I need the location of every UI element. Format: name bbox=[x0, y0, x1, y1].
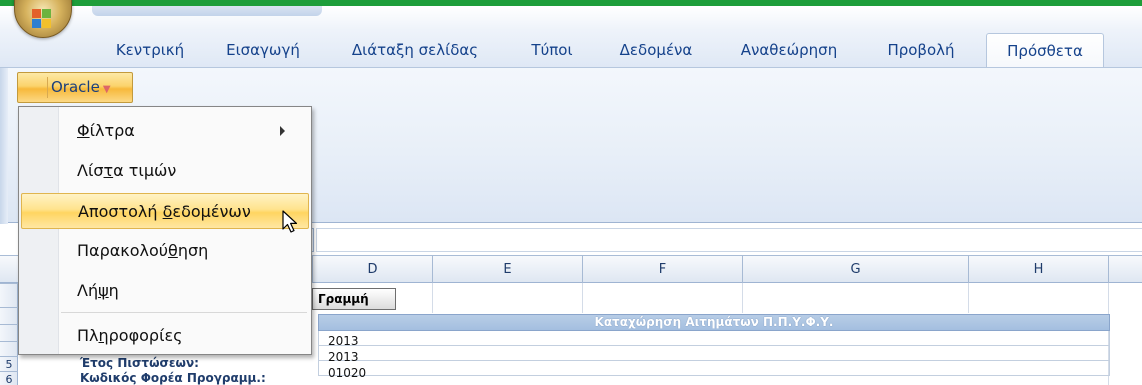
row-button[interactable]: Γραμμή bbox=[312, 288, 396, 310]
column-header-i[interactable] bbox=[1108, 256, 1142, 283]
cell-label: Έτος Πιστώσεων: bbox=[80, 356, 199, 370]
menu-item-filters[interactable]: Φίλτρα bbox=[21, 113, 309, 149]
column-header-g[interactable]: G bbox=[742, 256, 968, 283]
ribbon-group-edge bbox=[0, 68, 8, 224]
row-header-6[interactable]: 6 bbox=[0, 371, 18, 385]
ribbon-tab-bar: Κεντρική Εισαγωγή Διάταξη σελίδας Τύποι … bbox=[0, 0, 1142, 73]
oracle-button-icon bbox=[22, 77, 48, 98]
submenu-arrow-icon bbox=[280, 126, 285, 136]
value-cell[interactable] bbox=[318, 331, 1110, 346]
column-header-h[interactable]: H bbox=[968, 256, 1108, 283]
cell-value: 2013 bbox=[328, 334, 359, 348]
value-cell[interactable] bbox=[318, 346, 1110, 361]
menu-separator bbox=[61, 312, 307, 313]
mouse-pointer-icon bbox=[282, 210, 298, 233]
menu-item-send-data[interactable]: Αποστολή δεδομένων bbox=[21, 193, 309, 229]
sheet-title: Καταχώρηση Αιτημάτων Π.Π.Υ.Φ.Υ. bbox=[318, 314, 1110, 331]
row-header[interactable] bbox=[0, 341, 18, 356]
oracle-button-label: Oracle bbox=[51, 78, 100, 96]
oracle-dropdown-menu: Φίλτρα Λίστα τιμών Αποστολή δεδομένων Πα… bbox=[18, 106, 312, 355]
menu-item-information[interactable]: Πληροφορίες bbox=[21, 318, 309, 354]
cell-value: 01020 bbox=[328, 366, 367, 380]
grid-line bbox=[742, 283, 743, 313]
menu-item-download[interactable]: Λήψη bbox=[21, 273, 309, 309]
row-header[interactable] bbox=[0, 307, 18, 324]
row-header-column: 5 6 bbox=[0, 283, 18, 385]
grid-line bbox=[432, 283, 433, 313]
office-button[interactable] bbox=[14, 0, 72, 38]
quick-access-toolbar[interactable] bbox=[92, 6, 322, 16]
formula-input[interactable] bbox=[316, 228, 1142, 252]
column-header-d[interactable]: D bbox=[312, 256, 432, 283]
menu-item-value-list[interactable]: Λίστα τιμών bbox=[21, 153, 309, 189]
office-logo-icon bbox=[32, 9, 41, 18]
grid-line bbox=[968, 283, 969, 313]
column-header-e[interactable]: E bbox=[432, 256, 582, 283]
value-cell[interactable] bbox=[318, 361, 1110, 376]
row-header[interactable] bbox=[0, 283, 18, 307]
cell-value: 2013 bbox=[328, 350, 359, 364]
cell-label: Κωδικός Φορέα Προγραμμ.: bbox=[80, 371, 266, 385]
column-header-f[interactable]: F bbox=[582, 256, 742, 283]
select-all-corner[interactable] bbox=[0, 256, 18, 283]
oracle-menu-button[interactable]: Oracle ▼ bbox=[17, 72, 133, 103]
chevron-down-icon: ▼ bbox=[102, 84, 111, 95]
row-header[interactable] bbox=[0, 324, 18, 341]
row-header-5[interactable]: 5 bbox=[0, 356, 18, 371]
menu-item-monitoring[interactable]: Παρακολούθηση bbox=[21, 233, 309, 269]
grid-line bbox=[582, 283, 583, 313]
